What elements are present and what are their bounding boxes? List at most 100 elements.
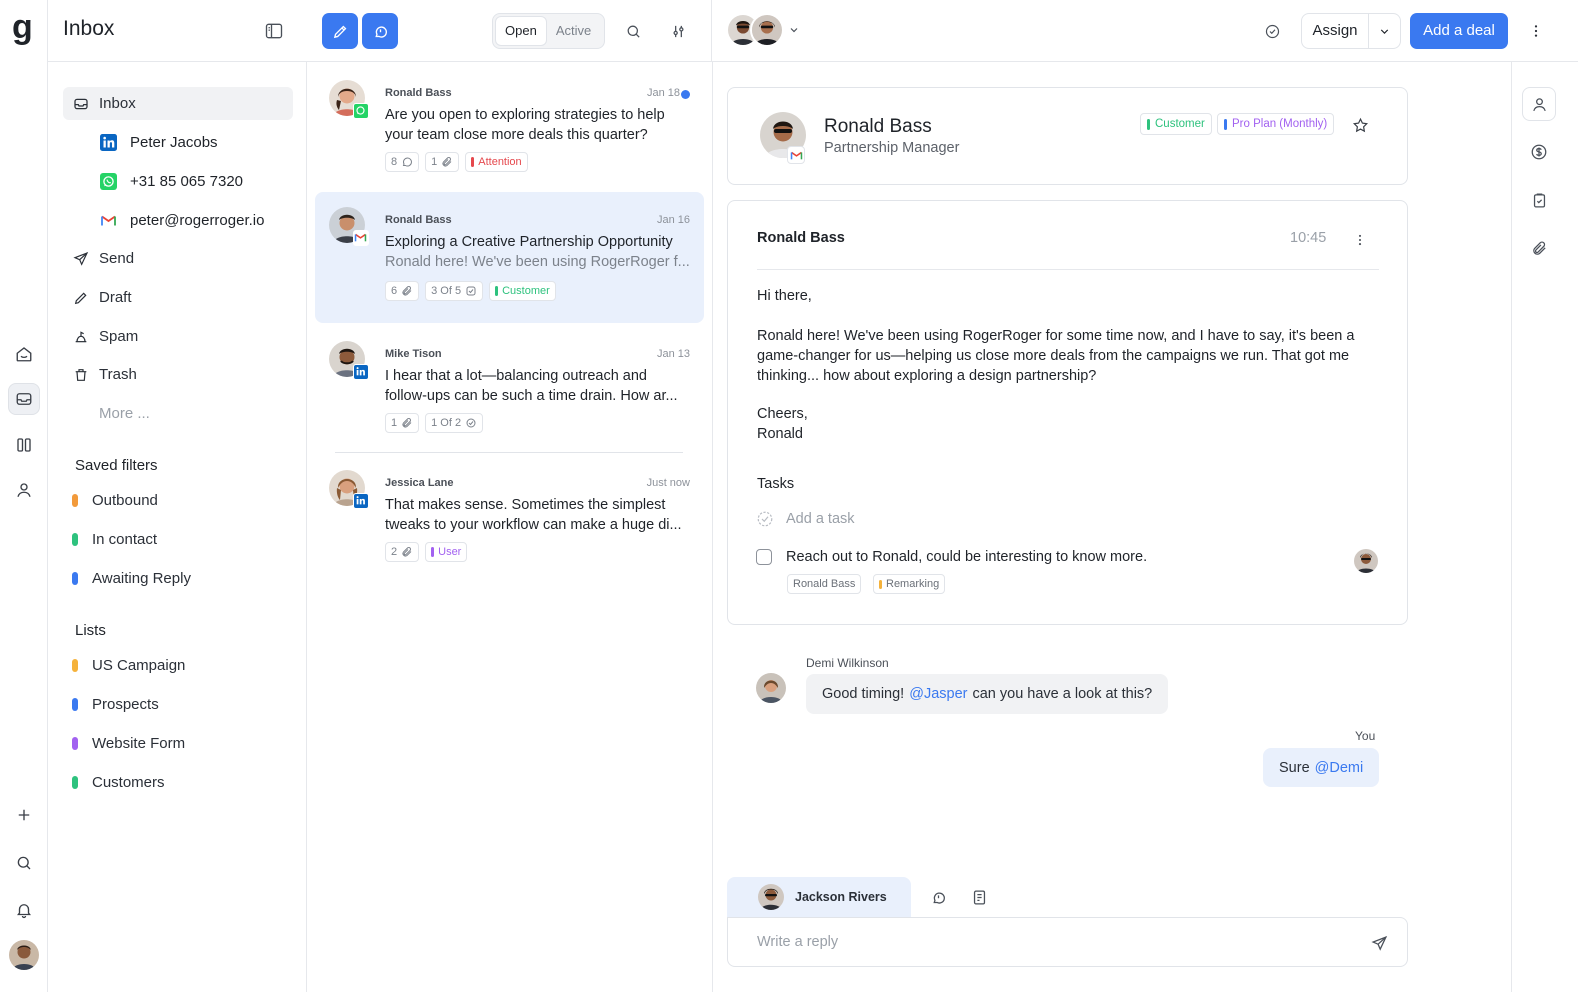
sidebar-toggle-icon[interactable] <box>256 13 292 49</box>
send-icon[interactable] <box>1369 933 1389 953</box>
dollar-icon[interactable] <box>1522 135 1556 169</box>
clipboard-check-icon[interactable] <box>1522 183 1556 217</box>
draft-icon <box>63 290 99 306</box>
tag-label: Remarking <box>886 578 940 590</box>
task-contact-tag[interactable]: Ronald Bass <box>787 574 862 594</box>
divider <box>757 269 1379 270</box>
list-item[interactable]: Customers <box>72 772 165 792</box>
more-vertical-icon[interactable] <box>1518 13 1554 49</box>
color-marker <box>72 532 78 546</box>
chat-bubble-icon[interactable] <box>928 887 948 907</box>
sidebar-item-send[interactable]: Send <box>63 242 293 275</box>
task-checkbox[interactable] <box>756 549 772 565</box>
status-badge[interactable]: Customer <box>1140 113 1212 135</box>
message-date: Just now <box>646 477 690 489</box>
chip-value: User <box>438 546 462 558</box>
assignee-avatars[interactable] <box>726 13 804 47</box>
home-icon[interactable] <box>8 338 40 370</box>
saved-filter-item[interactable]: Awaiting Reply <box>72 568 191 588</box>
bell-icon[interactable] <box>8 894 40 926</box>
compose-button[interactable] <box>322 13 358 49</box>
message-chips: 8 1 Attention <box>385 152 528 172</box>
segment-open[interactable]: Open <box>495 16 547 46</box>
gmail-icon <box>353 230 369 246</box>
color-marker <box>72 697 78 711</box>
sidebar-item-spam[interactable]: Spam <box>63 320 293 353</box>
list-item[interactable]: Website Form <box>72 733 185 753</box>
sidebar-item-whatsapp-account[interactable]: +31 85 065 7320 <box>96 165 243 198</box>
board-icon[interactable] <box>8 429 40 461</box>
message-sender: Jessica Lane <box>385 477 454 489</box>
add-task-input[interactable]: Add a task <box>756 510 855 528</box>
add-deal-button[interactable]: Add a deal <box>1410 13 1508 49</box>
status-badge: Attention <box>465 152 528 172</box>
app-logo[interactable]: g <box>12 10 33 44</box>
composer-tab-comment[interactable]: Jackson Rivers <box>727 877 911 917</box>
add-task-placeholder: Add a task <box>786 511 855 527</box>
chip-value: 2 <box>391 546 398 558</box>
paperclip-icon[interactable] <box>1522 231 1556 265</box>
sidebar-item-trash[interactable]: Trash <box>63 358 293 391</box>
plan-badge[interactable]: Pro Plan (Monthly) <box>1217 113 1335 135</box>
message-item[interactable]: Ronald Bass Jan 16 Exploring a Creative … <box>315 192 704 323</box>
message-sender: Ronald Bass <box>385 87 452 99</box>
assign-label[interactable]: Assign <box>1302 14 1369 48</box>
reply-author: You <box>1355 729 1376 743</box>
user-avatar[interactable] <box>9 940 39 970</box>
search-icon[interactable] <box>8 847 40 879</box>
star-icon[interactable] <box>1350 115 1370 135</box>
contact-name: Ronald Bass <box>824 116 932 137</box>
message-sender: Ronald Bass <box>385 214 452 226</box>
status-badge: User <box>425 542 468 562</box>
saved-filter-label: Outbound <box>92 491 158 509</box>
more-vertical-icon[interactable] <box>1350 230 1370 250</box>
message-item[interactable]: Mike Tison Jan 13 I hear that a lot—bala… <box>315 326 704 454</box>
list-item[interactable]: US Campaign <box>72 655 185 675</box>
filter-sliders-icon[interactable] <box>660 13 696 49</box>
message-item[interactable]: Ronald Bass Jan 18 Are you open to explo… <box>315 65 704 193</box>
tag-label: Pro Plan (Monthly) <box>1232 118 1328 130</box>
segment-active[interactable]: Active <box>547 16 600 46</box>
message-subject: Are you open to exploring strategies to … <box>385 107 665 143</box>
tag-label: Ronald Bass <box>793 578 856 590</box>
contacts-icon[interactable] <box>8 474 40 506</box>
reply-input[interactable]: Write a reply <box>727 917 1408 967</box>
mention-link[interactable]: @Jasper <box>909 686 967 702</box>
sidebar-item-gmail-account[interactable]: peter@rogerroger.io <box>96 204 264 237</box>
contact-card: Ronald Bass Partnership Manager Customer… <box>727 87 1408 185</box>
email-sender: Ronald Bass <box>757 230 845 246</box>
color-marker <box>72 775 78 789</box>
chat-button[interactable] <box>362 13 398 49</box>
sidebar-item-inbox[interactable]: Inbox <box>63 87 293 120</box>
plus-icon[interactable] <box>8 799 40 831</box>
inbox-icon[interactable] <box>8 383 40 415</box>
comment-icon <box>401 156 413 168</box>
paperclip-icon <box>401 417 413 429</box>
saved-filter-item[interactable]: In contact <box>72 529 157 549</box>
resolve-check-icon[interactable] <box>1254 13 1290 49</box>
chevron-down-icon[interactable] <box>784 24 804 36</box>
note-icon[interactable] <box>969 887 989 907</box>
message-date: Jan 13 <box>656 348 690 360</box>
check-icon <box>465 417 477 429</box>
sidebar-item-more[interactable]: More ... <box>63 397 293 430</box>
comment-author: Demi Wilkinson <box>806 656 889 670</box>
lists-heading: Lists <box>75 622 106 639</box>
search-icon[interactable] <box>615 13 651 49</box>
message-item[interactable]: Jessica Lane Just now That makes sense. … <box>315 455 704 583</box>
chip-value: 1 Of 2 <box>431 417 462 429</box>
account-label: peter@rogerroger.io <box>130 212 265 229</box>
composer-tab-label: Jackson Rivers <box>795 890 887 904</box>
attachment-count: 1 <box>385 413 420 433</box>
contact-details-icon[interactable] <box>1522 87 1556 121</box>
mention-link[interactable]: @Demi <box>1315 760 1364 776</box>
chevron-down-icon[interactable] <box>1369 14 1400 48</box>
saved-filters-heading: Saved filters <box>75 457 158 474</box>
sidebar-item-draft[interactable]: Draft <box>63 281 293 314</box>
message-preview: Ronald here! We've been using RogerRoger… <box>385 254 690 270</box>
sidebar-item-linkedin-account[interactable]: Peter Jacobs <box>96 126 218 159</box>
task-assignee-avatar[interactable] <box>1354 549 1378 573</box>
saved-filter-item[interactable]: Outbound <box>72 490 158 510</box>
task-label-tag[interactable]: Remarking <box>873 574 946 594</box>
list-item[interactable]: Prospects <box>72 694 159 714</box>
